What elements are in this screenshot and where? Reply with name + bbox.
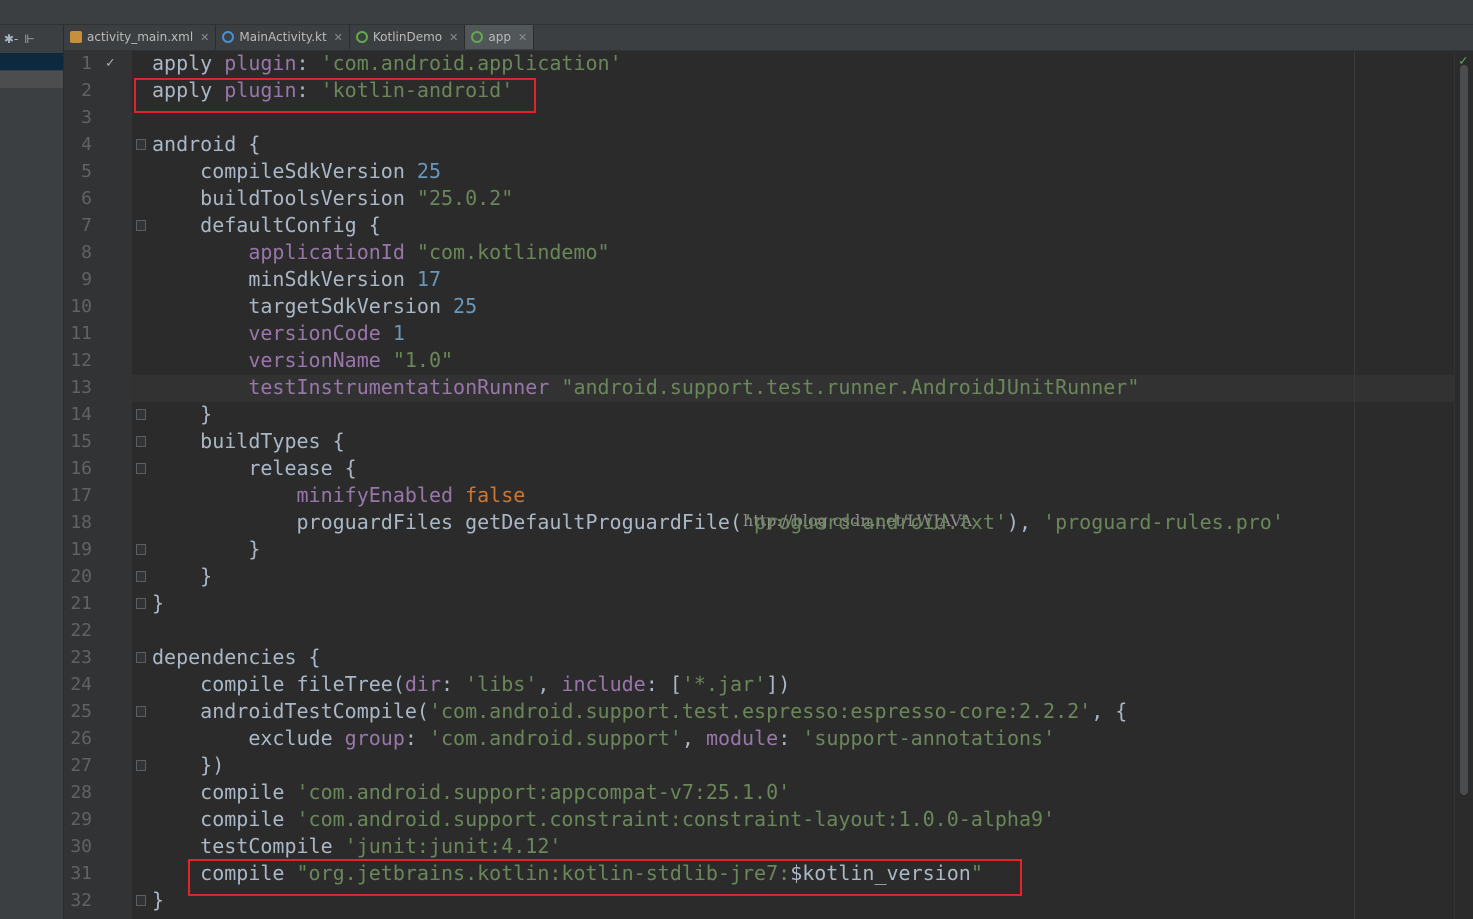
code-line: minifyEnabled false	[296, 483, 526, 507]
line-number: 22	[70, 620, 92, 641]
code-line: compileSdkVersion 25	[152, 159, 441, 183]
code-line: }	[152, 888, 165, 912]
code-line: targetSdkVersion 25	[152, 294, 478, 318]
code-line: apply plugin: 'com.android.application'	[152, 51, 622, 75]
code-line: }	[152, 591, 165, 615]
tab-kotlindemo[interactable]: KotlinDemo ✕	[350, 25, 466, 49]
gradle-icon	[355, 31, 368, 43]
kotlin-file-icon	[222, 31, 235, 43]
code-editor[interactable]: http://blog.csdn.net/LWJAVA apply plugin…	[132, 51, 1454, 919]
code-line: testInstrumentationRunner "android.suppo…	[248, 375, 1140, 399]
close-icon[interactable]: ✕	[200, 31, 209, 44]
line-number: 28	[70, 782, 92, 803]
line-number: 4	[81, 134, 92, 155]
code-line: exclude group: 'com.android.support', mo…	[152, 726, 1056, 750]
line-number: 20	[70, 566, 92, 587]
tab-label: activity_main.xml	[87, 30, 194, 44]
line-number: 14	[70, 404, 92, 425]
line-number-gutter[interactable]: ✓ 1 2 3 4 5 6 7 8 9 10 11 12 13 14 15 16 17 18 19 20 21 22 23 2…	[64, 51, 146, 919]
line-number: 17	[70, 485, 92, 506]
code-line: compile 'com.android.support:appcompat-v…	[152, 780, 791, 804]
line-number: 19	[70, 539, 92, 560]
right-margin-guide	[1354, 51, 1355, 919]
line-number: 24	[70, 674, 92, 695]
line-number: 32	[70, 890, 92, 911]
code-line: compile 'com.android.support.constraint:…	[152, 807, 1056, 831]
project-tree-selected-row[interactable]	[0, 53, 63, 70]
code-line: applicationId "com.kotlindemo"	[248, 240, 610, 264]
code-line: defaultConfig {	[152, 213, 381, 237]
tab-mainactivity-kt[interactable]: MainActivity.kt ✕	[216, 25, 350, 49]
line-number: 18	[70, 512, 92, 533]
project-panel-toolbar: ✱- ⊩	[4, 30, 35, 48]
collapse-icon[interactable]: ⊩	[24, 32, 34, 46]
tab-label: KotlinDemo	[372, 30, 443, 44]
line-number: 2	[81, 80, 92, 101]
line-number: 3	[81, 107, 92, 128]
line-number: 26	[70, 728, 92, 749]
tab-label: MainActivity.kt	[239, 30, 327, 44]
tab-app[interactable]: app ✕	[465, 25, 535, 49]
line-number: 10	[70, 296, 92, 317]
close-icon[interactable]: ✕	[518, 31, 527, 44]
gradle-icon	[471, 31, 484, 43]
line-number: 5	[81, 161, 92, 182]
code-line: }	[152, 402, 213, 426]
code-line: }	[152, 564, 213, 588]
line-number: 13	[70, 377, 92, 398]
line-number: 11	[70, 323, 92, 344]
code-line: versionName "1.0"	[248, 348, 454, 372]
tab-label: app	[488, 30, 511, 44]
project-panel: ✱- ⊩	[0, 25, 64, 919]
tab-activity-main-xml[interactable]: activity_main.xml ✕	[64, 25, 217, 49]
line-number: 25	[70, 701, 92, 722]
line-number: 16	[70, 458, 92, 479]
line-number: 1	[81, 53, 92, 74]
code-line: androidTestCompile('com.android.support.…	[152, 699, 1128, 723]
line-number: 27	[70, 755, 92, 776]
code-line: apply plugin: 'kotlin-android'	[152, 78, 514, 102]
code-line: })	[152, 753, 225, 777]
code-line: compile "org.jetbrains.kotlin:kotlin-std…	[152, 861, 983, 885]
code-line: proguardFiles getDefaultProguardFile('pr…	[152, 510, 1284, 534]
line-number: 9	[81, 269, 92, 290]
code-line: dependencies {	[152, 645, 321, 669]
close-icon[interactable]: ✕	[334, 31, 343, 44]
code-line: buildTypes {	[152, 429, 345, 453]
line-number: 30	[70, 836, 92, 857]
code-line: release {	[152, 456, 357, 480]
code-line: testCompile 'junit:junit:4.12'	[152, 834, 562, 858]
line-number: 15	[70, 431, 92, 452]
checkmark-icon: ✓	[106, 55, 115, 71]
close-icon[interactable]: ✕	[449, 31, 458, 44]
line-number: 23	[70, 647, 92, 668]
error-stripe[interactable]: ✓	[1454, 51, 1473, 919]
editor-tab-bar: activity_main.xml ✕ MainActivity.kt ✕ Ko…	[64, 25, 1473, 51]
title-strip	[0, 0, 1473, 25]
code-line: versionCode 1	[248, 321, 405, 345]
code-line: compile fileTree(dir: 'libs', include: […	[152, 672, 791, 696]
line-number: 8	[81, 242, 92, 263]
code-line: minSdkVersion 17	[152, 267, 441, 291]
xml-file-icon	[70, 31, 82, 43]
vertical-scrollbar[interactable]	[1460, 65, 1468, 795]
settings-icon[interactable]: ✱-	[4, 32, 18, 46]
project-tree-row[interactable]	[0, 71, 63, 88]
code-line: }	[152, 537, 261, 561]
code-line: android {	[152, 132, 261, 156]
line-number: 31	[70, 863, 92, 884]
line-number: 6	[81, 188, 92, 209]
line-number: 7	[81, 215, 92, 236]
line-number: 21	[70, 593, 92, 614]
code-line: buildToolsVersion "25.0.2"	[152, 186, 514, 210]
line-number: 12	[70, 350, 92, 371]
line-number: 29	[70, 809, 92, 830]
